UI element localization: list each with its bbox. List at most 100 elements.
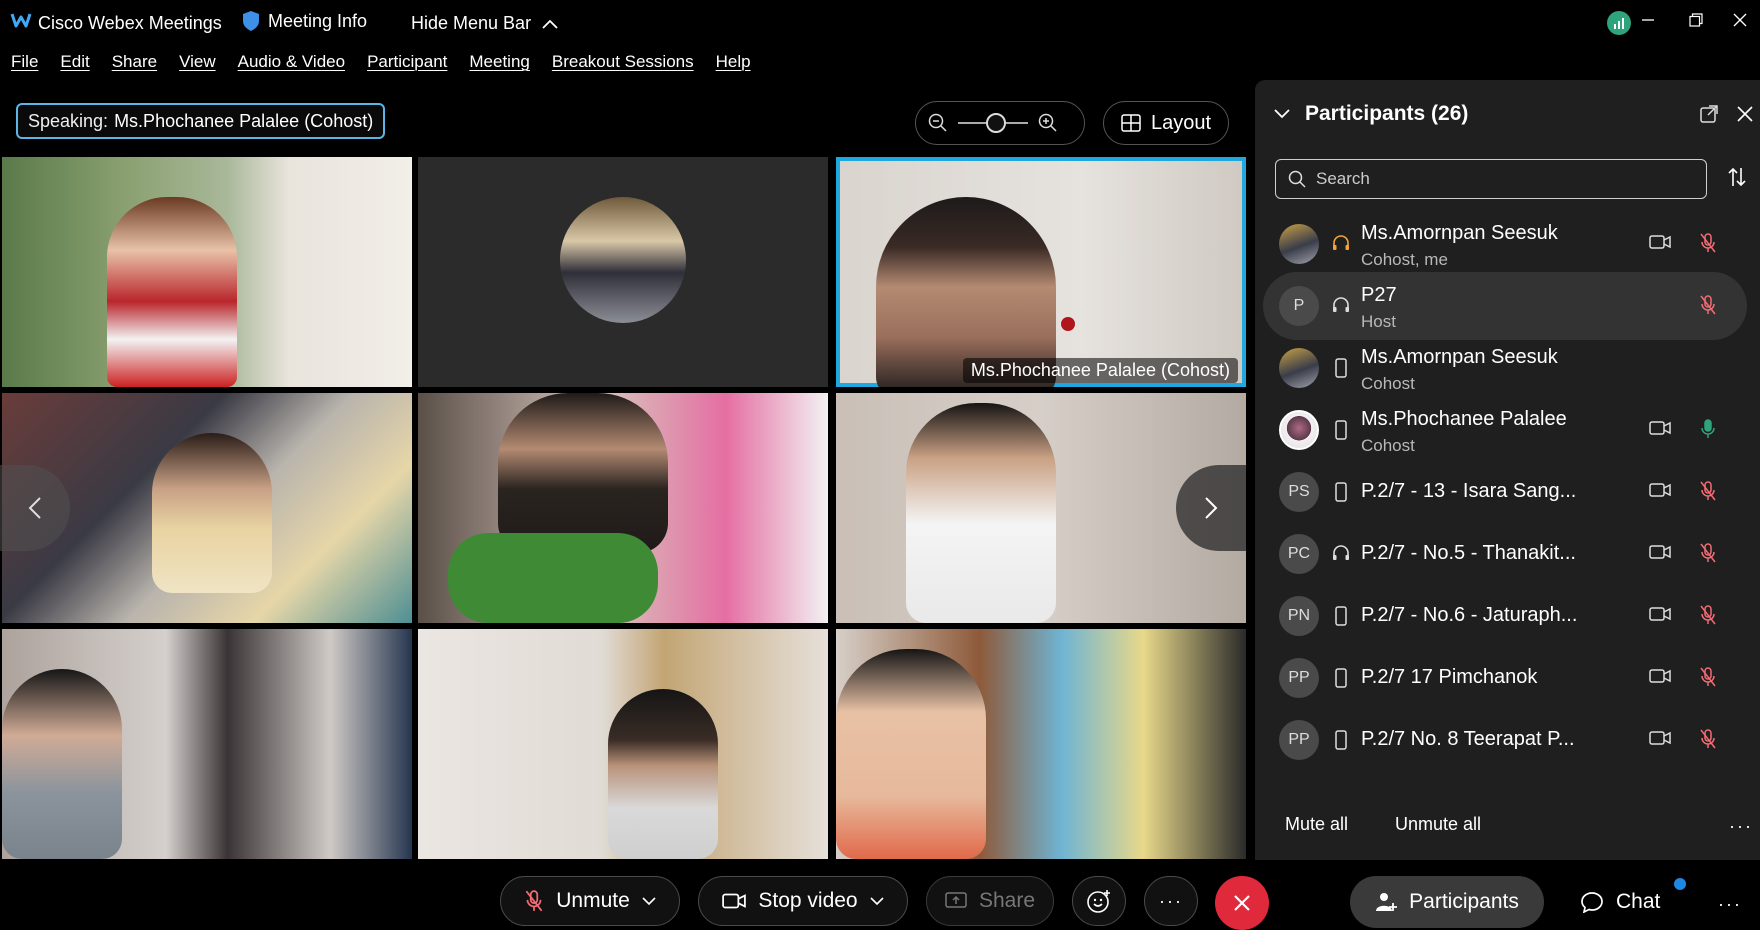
menu-audio-video[interactable]: Audio & Video [227,52,356,76]
participants-icon [1376,893,1398,911]
unmute-button[interactable]: Unmute [500,876,680,926]
muted-mic-icon[interactable] [1699,480,1717,502]
share-button[interactable]: Share [926,876,1054,926]
participant-video-figure [608,689,718,859]
banana-leaves [448,533,658,623]
menu-share[interactable]: Share [101,52,168,76]
participant-search-field[interactable] [1275,159,1707,199]
chevron-down-icon[interactable] [642,896,656,906]
participant-row[interactable]: Ms.Phochanee Palalee Cohost [1263,396,1747,464]
participant-row[interactable]: PN P.2/7 - No.6 - Jaturaph... [1263,582,1747,650]
more-options-button[interactable]: ··· [1144,876,1198,926]
unmute-all-button[interactable]: Unmute all [1395,814,1481,835]
video-tile[interactable] [418,629,828,859]
zoom-slider-knob[interactable] [986,113,1006,133]
muted-mic-icon[interactable] [1699,604,1717,626]
muted-mic-icon[interactable] [1699,542,1717,564]
muted-mic-icon[interactable] [1699,728,1717,750]
chevron-right-icon [1205,497,1218,519]
participant-name: P.2/7 - No.6 - Jaturaph... [1361,604,1578,626]
restore-icon [1689,13,1703,27]
participant-avatar: P [1279,286,1319,326]
participant-role: Cohost [1361,374,1415,393]
participant-row[interactable]: PP P.2/7 17 Pimchanok [1263,644,1747,712]
toolbar-overflow-icon[interactable]: ··· [1718,894,1742,915]
close-panel-icon[interactable] [1737,106,1753,122]
close-icon [1234,895,1250,911]
camera-icon[interactable] [1649,420,1671,436]
phone-icon [1335,730,1347,750]
camera-icon[interactable] [1649,668,1671,684]
zoom-out-icon[interactable] [928,113,948,133]
camera-icon [722,893,747,909]
participants-button[interactable]: Participants [1350,876,1544,928]
participant-role: Host [1361,312,1396,331]
share-label: Share [978,889,1036,912]
share-screen-icon [945,892,967,908]
chevron-up-icon [542,19,558,29]
video-tile-active-speaker[interactable]: Ms.Phochanee Palalee (Cohost) [836,157,1246,387]
participant-avatar: PP [1279,720,1319,760]
camera-icon[interactable] [1649,544,1671,560]
menu-meeting[interactable]: Meeting [458,52,540,76]
stop-video-button[interactable]: Stop video [698,876,908,926]
menu-breakout-sessions[interactable]: Breakout Sessions [541,52,705,76]
meeting-info-button[interactable]: Meeting Info [242,10,367,32]
minimize-button[interactable] [1624,6,1672,34]
phone-icon [1335,482,1347,502]
pop-out-icon[interactable] [1699,104,1719,124]
video-tile[interactable] [418,393,828,623]
menu-file[interactable]: File [0,52,49,76]
restore-button[interactable] [1672,6,1720,34]
participant-list: Ms.Amornpan Seesuk Cohost, me P P27 Host… [1255,210,1760,798]
chat-button[interactable]: Chat [1580,880,1660,924]
participant-row[interactable]: PP P.2/7 No. 8 Teerapat P... [1263,706,1747,774]
active-mic-icon[interactable] [1699,418,1717,440]
participant-row[interactable]: PC P.2/7 - No.5 - Thanakit... [1263,520,1747,588]
camera-icon[interactable] [1649,606,1671,622]
menu-help[interactable]: Help [705,52,762,76]
more-options-icon: ··· [1159,890,1183,911]
zoom-slider[interactable] [958,113,1028,133]
camera-icon[interactable] [1649,234,1671,250]
participant-avatar: PC [1279,534,1319,574]
muted-mic-icon[interactable] [1699,666,1717,688]
participant-row[interactable]: PS P.2/7 - 13 - Isara Sang... [1263,458,1747,526]
chevron-left-icon [28,497,41,519]
minimize-icon [1642,19,1654,21]
camera-icon[interactable] [1649,730,1671,746]
panel-more-options-icon[interactable]: ··· [1729,816,1753,837]
sort-icon[interactable] [1727,166,1747,188]
video-tile[interactable] [2,629,412,859]
chevron-down-icon[interactable] [870,896,884,906]
mute-all-button[interactable]: Mute all [1285,814,1348,835]
meeting-info-label: Meeting Info [268,10,368,31]
search-input[interactable] [1316,169,1696,189]
participant-row[interactable]: Ms.Amornpan Seesuk Cohost, me [1263,210,1747,278]
participant-video-figure [2,669,122,859]
muted-mic-icon[interactable] [1699,294,1717,316]
menu-edit[interactable]: Edit [49,52,100,76]
panel-title: Participants (26) [1305,102,1469,125]
hide-menu-bar-button[interactable]: Hide Menu Bar [411,13,559,34]
camera-icon[interactable] [1649,482,1671,498]
leave-meeting-button[interactable] [1215,876,1269,930]
menu-view[interactable]: View [168,52,227,76]
muted-mic-icon[interactable] [1699,232,1717,254]
close-window-button[interactable] [1720,6,1760,34]
zoom-control [915,101,1085,145]
video-tile[interactable] [2,157,412,387]
participant-row[interactable]: Ms.Amornpan Seesuk Cohost [1263,334,1747,402]
meeting-controls-toolbar: Unmute Stop video Share ··· Participants… [0,868,1760,930]
participant-name: Ms.Amornpan Seesuk [1361,222,1558,244]
phone-icon [1335,358,1347,378]
participants-panel: Participants (26) Ms.Amornpan Seesuk Coh… [1255,80,1760,860]
participant-row[interactable]: P P27 Host [1263,272,1747,340]
layout-button[interactable]: Layout [1103,101,1229,145]
reactions-button[interactable] [1072,876,1126,926]
collapse-panel-chevron-icon[interactable] [1273,108,1291,120]
menu-participant[interactable]: Participant [356,52,458,76]
zoom-in-icon[interactable] [1038,113,1058,133]
video-tile[interactable] [836,629,1246,859]
phone-icon [1335,668,1347,688]
